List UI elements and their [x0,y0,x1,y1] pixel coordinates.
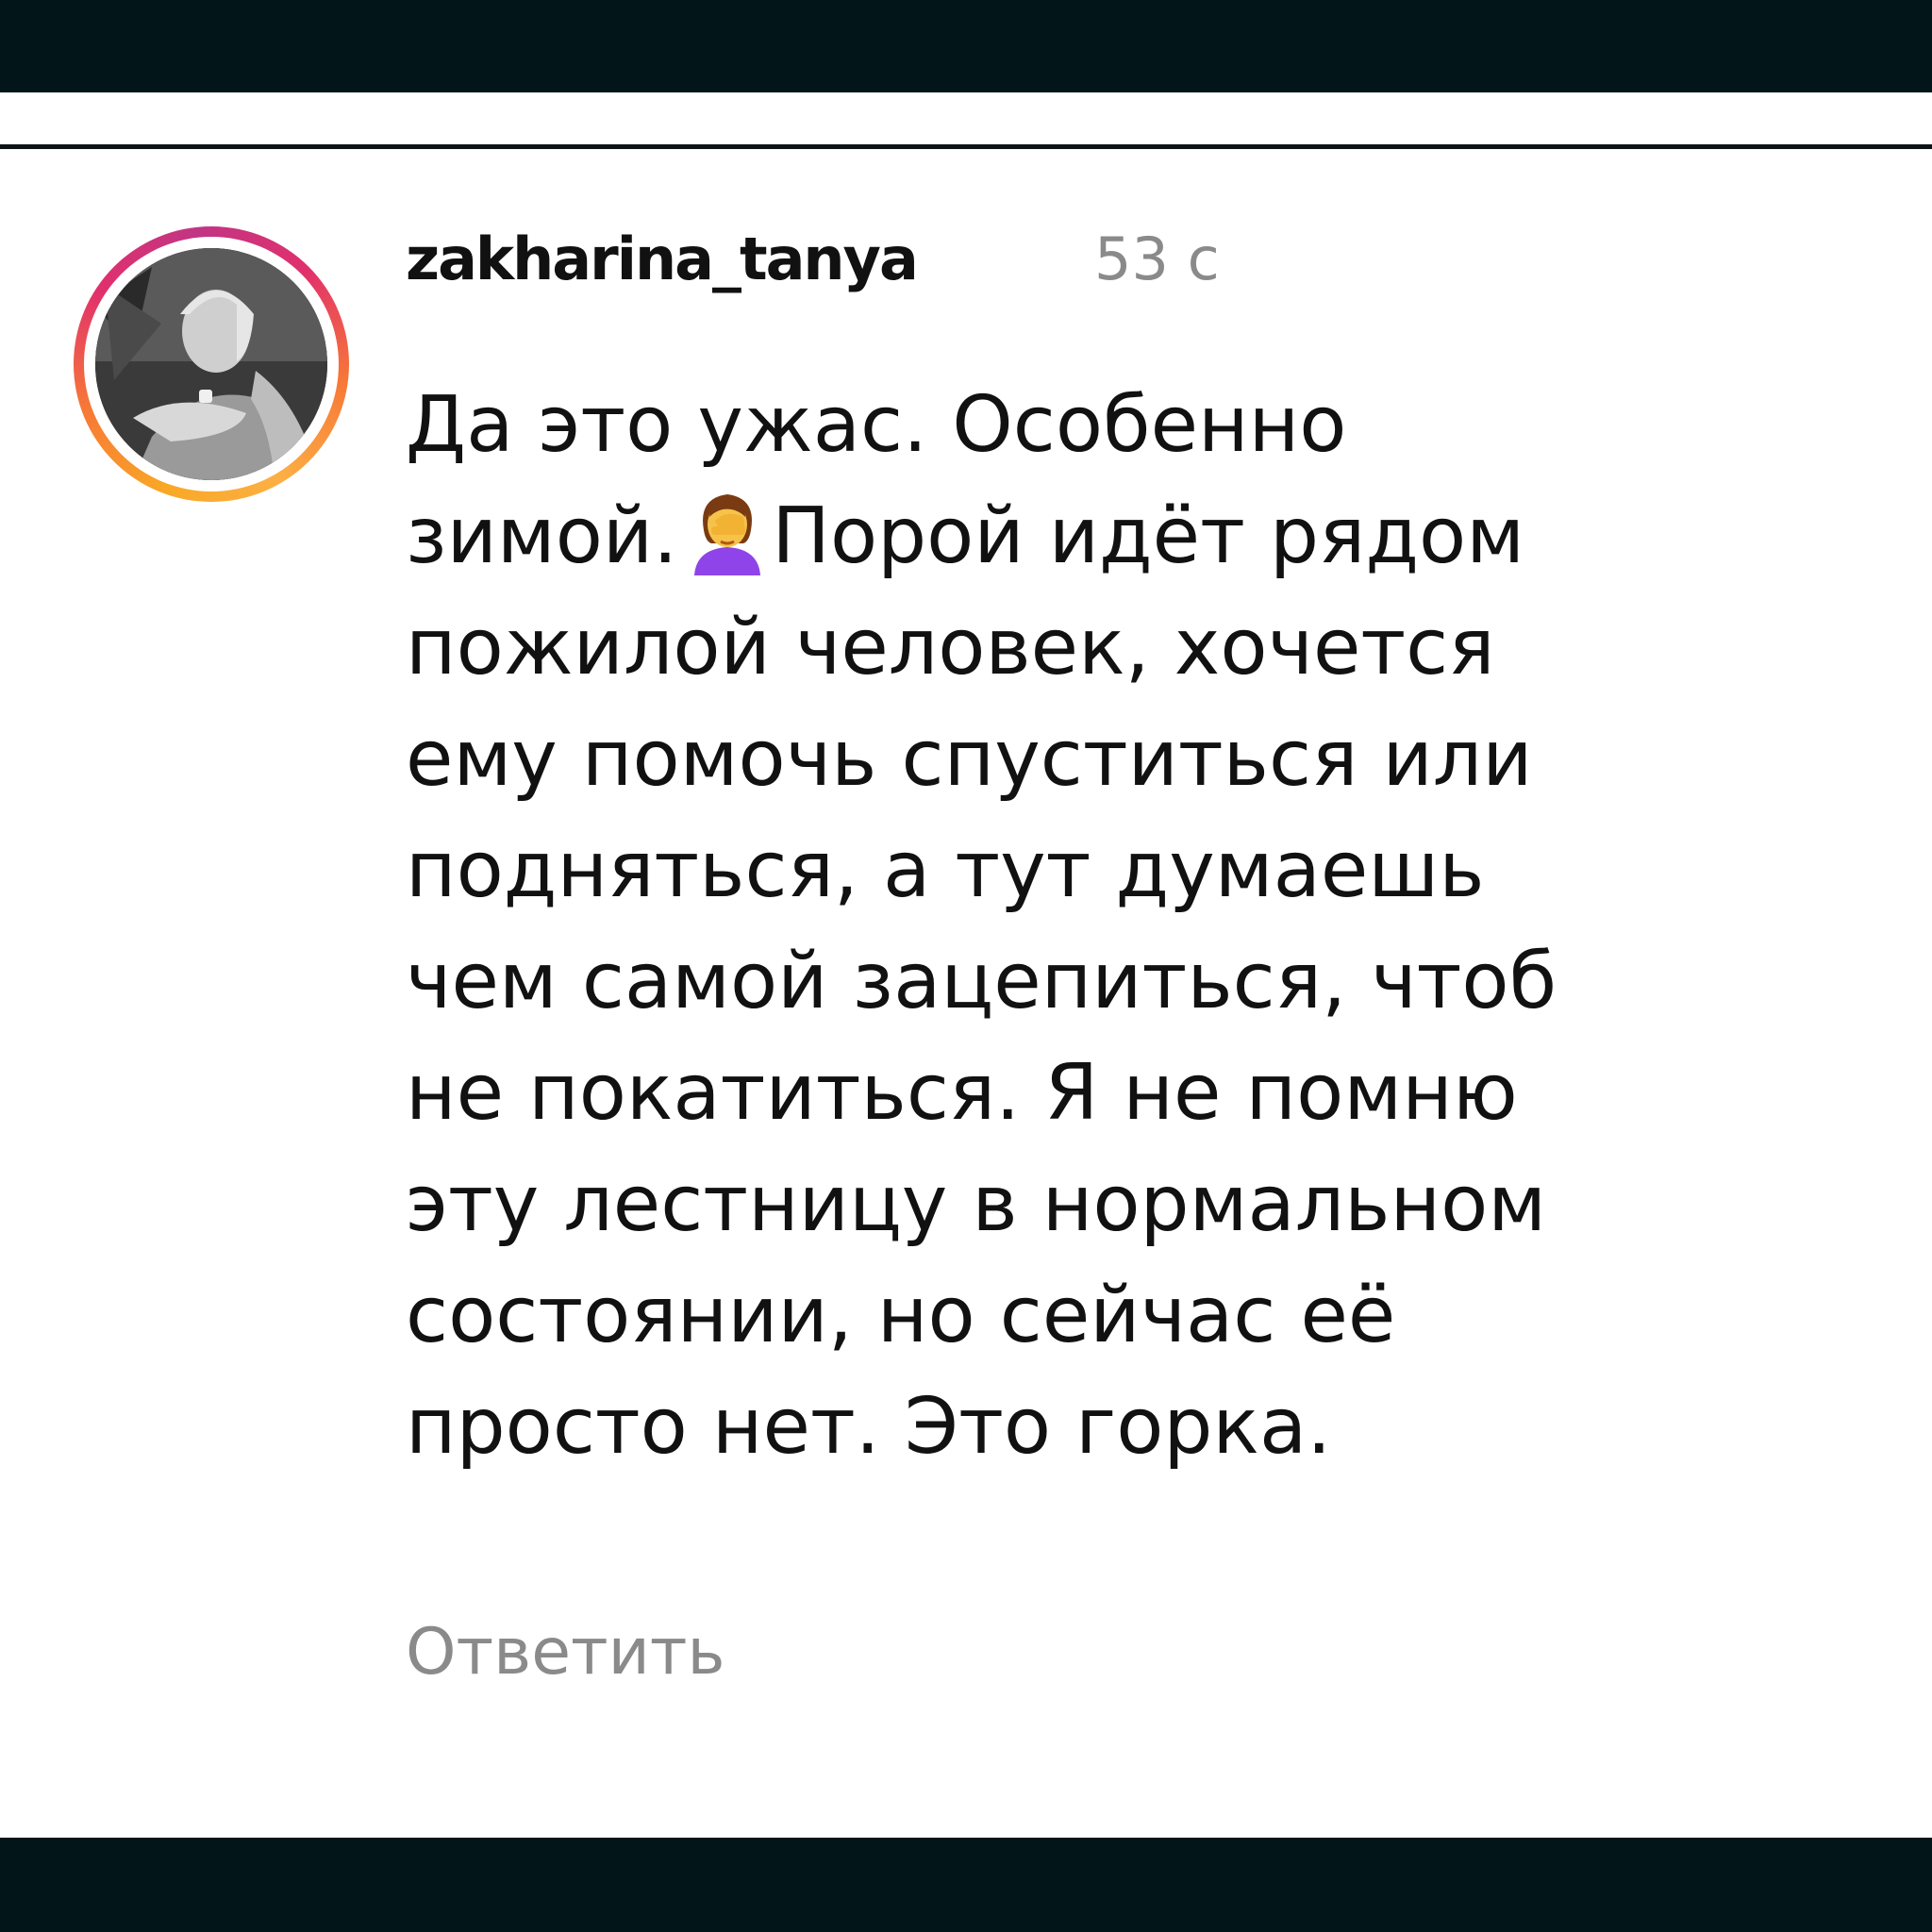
comment-text: Да это ужас. Особенно зимой. Порой идёт … [406,370,1877,1483]
avatar-photo [95,248,327,480]
comment-line: просто нет. Это горка. [406,1382,1332,1472]
top-bar [0,0,1932,92]
woman-facepalming-icon [689,489,766,575]
comment-line: состоянии, но сейчас её [406,1271,1396,1360]
comment-line: эту лестницу в нормальном [406,1159,1547,1249]
bottom-bar [0,1838,1932,1932]
comment-username[interactable]: zakharina_tanya [406,225,919,293]
story-ring[interactable] [74,226,349,502]
comment-line-part: зимой. [406,491,678,581]
comment-line: ему помочь спуститься или [406,714,1533,804]
comment-line-part: Порой идёт рядом [772,491,1525,581]
reply-button[interactable]: Ответить [406,1615,725,1690]
comment-line: чем самой зацепиться, чтоб [406,937,1557,1026]
avatar[interactable] [95,248,327,480]
comment-line-with-emoji: зимой. Порой идёт рядом [406,481,1877,592]
comment-line: пожилой человек, хочется [406,603,1495,692]
comment-line: подняться, а тут думаешь [406,825,1485,915]
comment-line: Да это ужас. Особенно [406,380,1347,470]
screenshot-frame: zakharina_tanya 53 с Да это ужас. Особен… [0,0,1932,1932]
divider [0,144,1932,149]
comment-line: не покатиться. Я не помню [406,1048,1518,1138]
comment-timestamp: 53 с [1094,225,1220,293]
